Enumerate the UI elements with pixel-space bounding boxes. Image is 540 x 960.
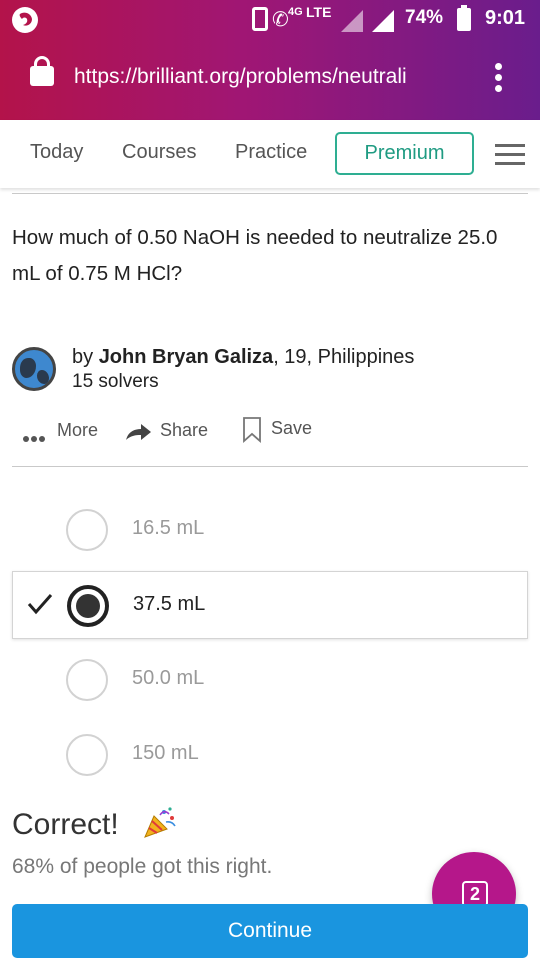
problem-actions: More Share Save: [0, 414, 540, 448]
answer-option[interactable]: 150 mL: [12, 721, 528, 789]
nav-courses[interactable]: Courses: [122, 141, 196, 164]
answer-option[interactable]: 50.0 mL: [12, 646, 528, 714]
clock: 9:01: [485, 7, 526, 29]
sim-card-icon: [252, 7, 268, 31]
nav-practice[interactable]: Practice: [235, 141, 307, 164]
problem-question: How much of 0.50 NaOH is needed to neutr…: [12, 226, 498, 285]
signal-icon-sim1: [341, 10, 363, 32]
lock-icon[interactable]: [30, 56, 54, 86]
status-bar: ✆ 4G LTE 74% 9:01: [0, 0, 540, 38]
author-line: by John Bryan Galiza, 19, Philippines: [72, 346, 414, 369]
continue-button[interactable]: Continue: [12, 904, 528, 958]
share-arrow-icon[interactable]: [124, 422, 152, 442]
save-button[interactable]: Save: [271, 418, 312, 439]
horizontal-dots-icon[interactable]: [23, 429, 49, 442]
wifi-calling-icon: ✆: [272, 9, 289, 31]
url-text[interactable]: https://brilliant.org/problems/neutrali: [74, 65, 450, 89]
signal-icon-sim2: [372, 10, 394, 32]
more-button[interactable]: More: [57, 420, 98, 441]
radio-button[interactable]: [66, 509, 108, 551]
battery-icon: [457, 5, 471, 31]
author-avatar[interactable]: [12, 347, 56, 391]
checkmark-icon: [27, 594, 53, 615]
option-label: 16.5 mL: [132, 517, 205, 539]
url-bar[interactable]: https://brilliant.org/problems/neutrali: [0, 38, 540, 120]
premium-button[interactable]: Premium: [335, 132, 474, 175]
party-popper-icon: [144, 807, 176, 838]
radio-button[interactable]: [66, 734, 108, 776]
option-label: 37.5 mL: [133, 593, 206, 615]
network-4g-label: 4G: [288, 6, 303, 18]
option-label: 50.0 mL: [132, 667, 205, 689]
radio-button[interactable]: [66, 659, 108, 701]
battery-percent: 74%: [405, 7, 444, 28]
answer-option-selected[interactable]: 37.5 mL: [12, 571, 528, 639]
solvers-count: 15 solvers: [72, 371, 159, 392]
divider: [12, 193, 528, 194]
firefox-icon: [12, 7, 38, 33]
option-label: 150 mL: [132, 742, 199, 764]
network-lte-label: LTE: [306, 4, 332, 20]
vertical-dots-icon[interactable]: [488, 63, 508, 95]
divider: [12, 466, 528, 467]
author-name[interactable]: John Bryan Galiza: [99, 346, 274, 368]
author-prefix: by: [72, 346, 94, 368]
result-stat: 68% of people got this right.: [12, 855, 273, 878]
answer-option[interactable]: 16.5 mL: [12, 496, 528, 564]
radio-button-checked[interactable]: [67, 585, 109, 627]
author-details: , 19, Philippines: [273, 346, 415, 368]
site-nav: Today Courses Practice Premium: [0, 120, 540, 188]
bookmark-icon[interactable]: [242, 417, 262, 443]
result-title: Correct!: [12, 808, 119, 841]
nav-today[interactable]: Today: [30, 141, 83, 164]
hamburger-icon[interactable]: [495, 144, 525, 166]
share-button[interactable]: Share: [160, 420, 208, 441]
